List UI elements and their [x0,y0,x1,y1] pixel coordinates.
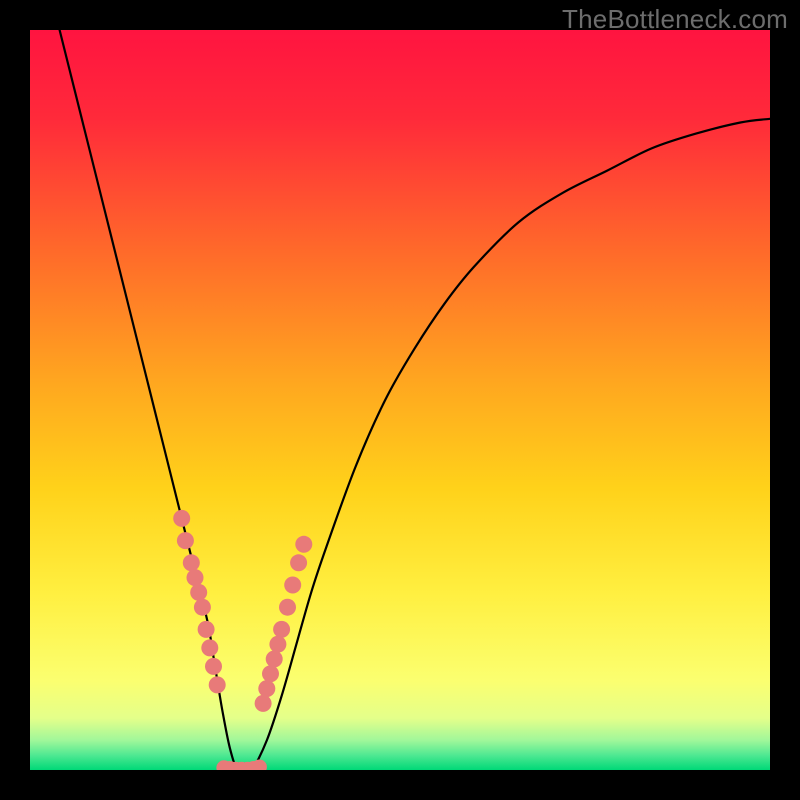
data-dot [295,536,312,553]
data-dot [201,639,218,656]
data-dot [173,510,190,527]
data-dot [273,621,290,638]
data-dot [177,532,194,549]
data-dot [266,651,283,668]
data-dot [284,577,301,594]
data-dot [279,599,296,616]
data-dot [262,665,279,682]
data-dot [198,621,215,638]
data-dot [205,658,222,675]
data-dot [187,569,204,586]
data-dot [290,554,307,571]
data-dot [258,680,275,697]
data-dot [183,554,200,571]
data-dot [194,599,211,616]
bottleneck-chart [30,30,770,770]
chart-frame [30,30,770,770]
data-dot [209,676,226,693]
data-dot [269,636,286,653]
gradient-background [30,30,770,770]
data-dot [255,695,272,712]
data-dot [190,584,207,601]
